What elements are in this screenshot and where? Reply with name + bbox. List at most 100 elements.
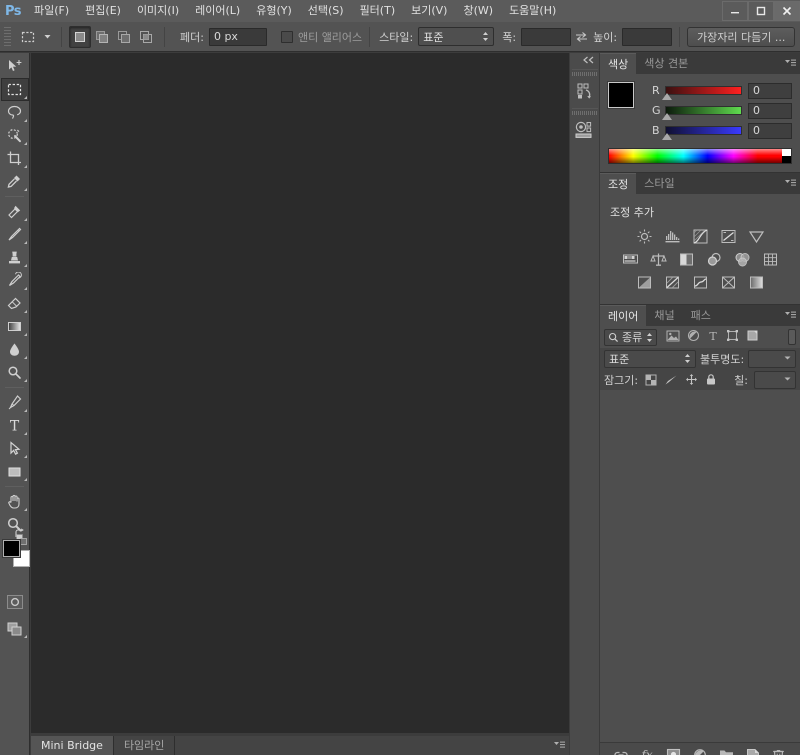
rail-grip[interactable] xyxy=(571,108,598,115)
collapse-panels-icon[interactable] xyxy=(582,56,595,67)
history-actions-icon[interactable] xyxy=(572,76,598,106)
history-brush-tool[interactable] xyxy=(1,269,29,292)
spot-healing-brush-tool[interactable] xyxy=(1,200,29,223)
feather-input[interactable]: 0 px xyxy=(208,27,267,46)
shape-icon[interactable] xyxy=(726,329,739,345)
chevron-down-icon[interactable] xyxy=(782,373,793,387)
tab-layers[interactable]: 레이어 xyxy=(600,305,647,326)
color-ramp-white-black[interactable] xyxy=(782,149,791,163)
brush-tool[interactable] xyxy=(1,223,29,246)
add-layer-mask-button[interactable] xyxy=(665,746,683,755)
red-slider[interactable] xyxy=(662,86,742,100)
options-bar-grip[interactable] xyxy=(2,26,12,47)
smart-object-icon[interactable] xyxy=(746,329,759,345)
add-to-selection-button[interactable] xyxy=(91,26,113,48)
pen-tool[interactable] xyxy=(1,391,29,414)
new-selection-button[interactable] xyxy=(69,25,91,48)
hand-tool[interactable] xyxy=(1,490,29,513)
panel-menu-icon[interactable] xyxy=(785,58,796,71)
screen-mode-button[interactable] xyxy=(1,617,29,640)
dodge-tool[interactable] xyxy=(1,361,29,384)
menu-view[interactable]: 보기(V) xyxy=(403,0,455,22)
menu-type[interactable]: 유형(Y) xyxy=(248,0,300,22)
color-balance-icon[interactable] xyxy=(648,249,668,269)
blue-slider-thumb[interactable] xyxy=(662,133,672,140)
spinner-icon[interactable] xyxy=(646,332,653,343)
green-slider-thumb[interactable] xyxy=(662,113,672,120)
green-value[interactable]: 0 xyxy=(748,102,792,119)
menu-layer[interactable]: 레이어(L) xyxy=(187,0,248,22)
layer-filter-kind-select[interactable]: 종류 xyxy=(604,328,658,346)
maximize-button[interactable] xyxy=(748,1,774,21)
filter-toggle[interactable] xyxy=(788,329,796,345)
tab-channels[interactable]: 채널 xyxy=(646,305,683,326)
lasso-tool[interactable] xyxy=(1,101,29,124)
foreground-color-swatch[interactable] xyxy=(608,82,634,108)
color-ramp-gradient[interactable] xyxy=(609,149,782,163)
blue-slider[interactable] xyxy=(662,126,742,140)
type-icon[interactable]: T xyxy=(707,329,719,345)
red-slider-thumb[interactable] xyxy=(662,93,672,100)
eyedropper-tool[interactable] xyxy=(1,170,29,193)
move-tool[interactable] xyxy=(1,55,29,78)
menu-edit[interactable]: 편집(E) xyxy=(77,0,129,22)
new-group-button[interactable] xyxy=(717,746,735,755)
panel-menu-icon[interactable] xyxy=(785,310,796,323)
gradient-map-icon[interactable] xyxy=(746,272,766,292)
tab-styles[interactable]: 스타일 xyxy=(636,173,683,194)
rectangular-marquee-tool[interactable] xyxy=(0,78,29,101)
blue-value[interactable]: 0 xyxy=(748,122,792,139)
exposure-icon[interactable] xyxy=(718,226,738,246)
photo-filter-icon[interactable] xyxy=(704,249,724,269)
panel-menu-icon[interactable] xyxy=(785,178,796,191)
link-layers-button[interactable] xyxy=(612,746,630,755)
tab-swatches[interactable]: 색상 견본 xyxy=(636,53,697,74)
threshold-icon[interactable] xyxy=(690,272,710,292)
lock-all-button[interactable] xyxy=(704,373,718,387)
panel-menu-icon[interactable] xyxy=(554,740,565,753)
rectangle-tool[interactable] xyxy=(1,460,29,483)
tab-mini-bridge[interactable]: Mini Bridge xyxy=(31,736,114,755)
levels-icon[interactable] xyxy=(662,226,682,246)
horizontal-type-tool[interactable]: T xyxy=(1,414,29,437)
menu-help[interactable]: 도움말(H) xyxy=(501,0,564,22)
tab-timeline[interactable]: 타임라인 xyxy=(113,736,176,755)
menu-select[interactable]: 선택(S) xyxy=(300,0,352,22)
rail-grip[interactable] xyxy=(571,69,598,76)
clone-stamp-tool[interactable] xyxy=(1,246,29,269)
layers-list[interactable] xyxy=(600,390,800,742)
subtract-from-selection-button[interactable] xyxy=(113,26,135,48)
menu-file[interactable]: 파일(F) xyxy=(26,0,77,22)
posterize-icon[interactable] xyxy=(662,272,682,292)
quick-selection-tool[interactable] xyxy=(1,124,29,147)
intersect-selection-button[interactable] xyxy=(135,26,157,48)
antialias-checkbox-wrap[interactable]: 앤티 앨리어스 xyxy=(280,29,362,45)
image-icon[interactable] xyxy=(666,330,680,345)
menu-window[interactable]: 창(W) xyxy=(455,0,501,22)
eraser-tool[interactable] xyxy=(1,292,29,315)
swap-colors-icon[interactable] xyxy=(14,528,26,543)
menu-filter[interactable]: 필터(T) xyxy=(352,0,404,22)
close-button[interactable] xyxy=(774,1,800,21)
hue-saturation-icon[interactable] xyxy=(620,249,640,269)
style-select[interactable]: 표준 xyxy=(418,27,495,46)
layer-style-button[interactable]: fx xyxy=(638,746,656,755)
blur-tool[interactable] xyxy=(1,338,29,361)
black-white-icon[interactable] xyxy=(676,249,696,269)
swap-width-height-icon[interactable] xyxy=(571,31,591,43)
new-layer-button[interactable] xyxy=(744,746,762,755)
fill-input[interactable] xyxy=(753,370,796,389)
green-slider[interactable] xyxy=(662,106,742,120)
tab-paths[interactable]: 패스 xyxy=(682,305,719,326)
lock-transparent-pixels-button[interactable] xyxy=(644,373,658,387)
invert-icon[interactable] xyxy=(634,272,654,292)
height-input[interactable] xyxy=(622,27,673,46)
canvas-workspace[interactable] xyxy=(31,53,569,733)
color-ramp[interactable] xyxy=(608,148,792,164)
gradient-tool[interactable] xyxy=(1,315,29,338)
opacity-input[interactable] xyxy=(748,349,796,368)
crop-tool[interactable] xyxy=(1,147,29,170)
channel-mixer-icon[interactable] xyxy=(732,249,752,269)
chevron-down-icon[interactable] xyxy=(782,352,793,366)
width-input[interactable] xyxy=(521,27,572,46)
